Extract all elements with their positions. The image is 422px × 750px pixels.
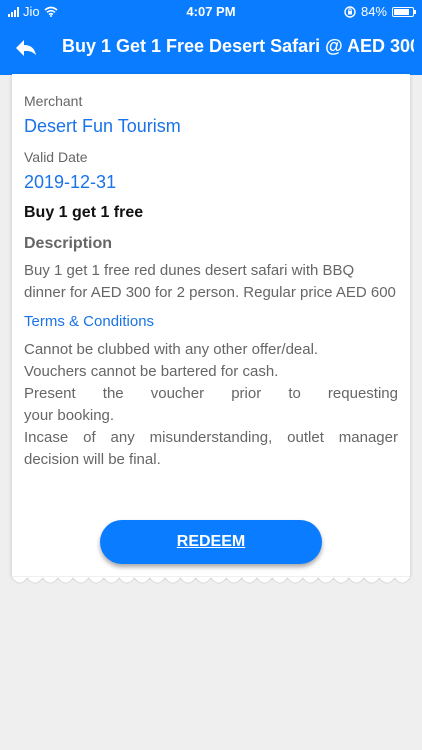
description-heading: Description [24, 235, 113, 252]
app-header: Jio 4:07 PM 84% Buy 1 Get 1 Free Desert … [0, 0, 422, 75]
valid-date-value: 2019-12-31 [24, 172, 117, 192]
battery-icon [392, 6, 416, 17]
voucher-details: Merchant Desert Fun Tourism Valid Date 2… [24, 92, 398, 471]
terms-list: Cannot be clubbed with any other offer/d… [24, 339, 398, 471]
terms-line: Present the voucher prior to requesting [24, 385, 398, 402]
orientation-lock-icon [344, 5, 356, 18]
valid-date-label: Valid Date [24, 149, 88, 165]
ticket-scallop-edge [12, 576, 410, 584]
terms-line: your booking. [24, 407, 115, 424]
merchant-name: Desert Fun Tourism [24, 116, 181, 136]
terms-line: Vouchers cannot be bartered for cash. [24, 363, 279, 380]
back-button[interactable] [10, 32, 42, 64]
back-arrow-icon [16, 40, 36, 56]
battery-fill [394, 8, 410, 15]
redeem-button[interactable]: REDEEM [100, 520, 322, 564]
offer-title: Buy 1 get 1 free [24, 204, 144, 221]
merchant-label: Merchant [24, 93, 83, 109]
nav-bar: Buy 1 Get 1 Free Desert Safari @ AED 300 [0, 22, 422, 75]
terms-heading: Terms & Conditions [24, 313, 155, 330]
description-text: Buy 1 get 1 free red dunes desert safari… [24, 262, 396, 301]
terms-line: Cannot be clubbed with any other offer/d… [24, 341, 319, 358]
terms-line: Incase of any misunderstanding, outlet m… [24, 429, 398, 446]
status-right: 84% [344, 4, 416, 19]
status-bar: Jio 4:07 PM 84% [0, 0, 422, 22]
terms-line: decision will be final. [24, 451, 161, 468]
battery-percent: 84% [360, 4, 387, 19]
page-title: Buy 1 Get 1 Free Desert Safari @ AED 300 [62, 36, 414, 56]
voucher-card: Merchant Desert Fun Tourism Valid Date 2… [12, 74, 410, 576]
